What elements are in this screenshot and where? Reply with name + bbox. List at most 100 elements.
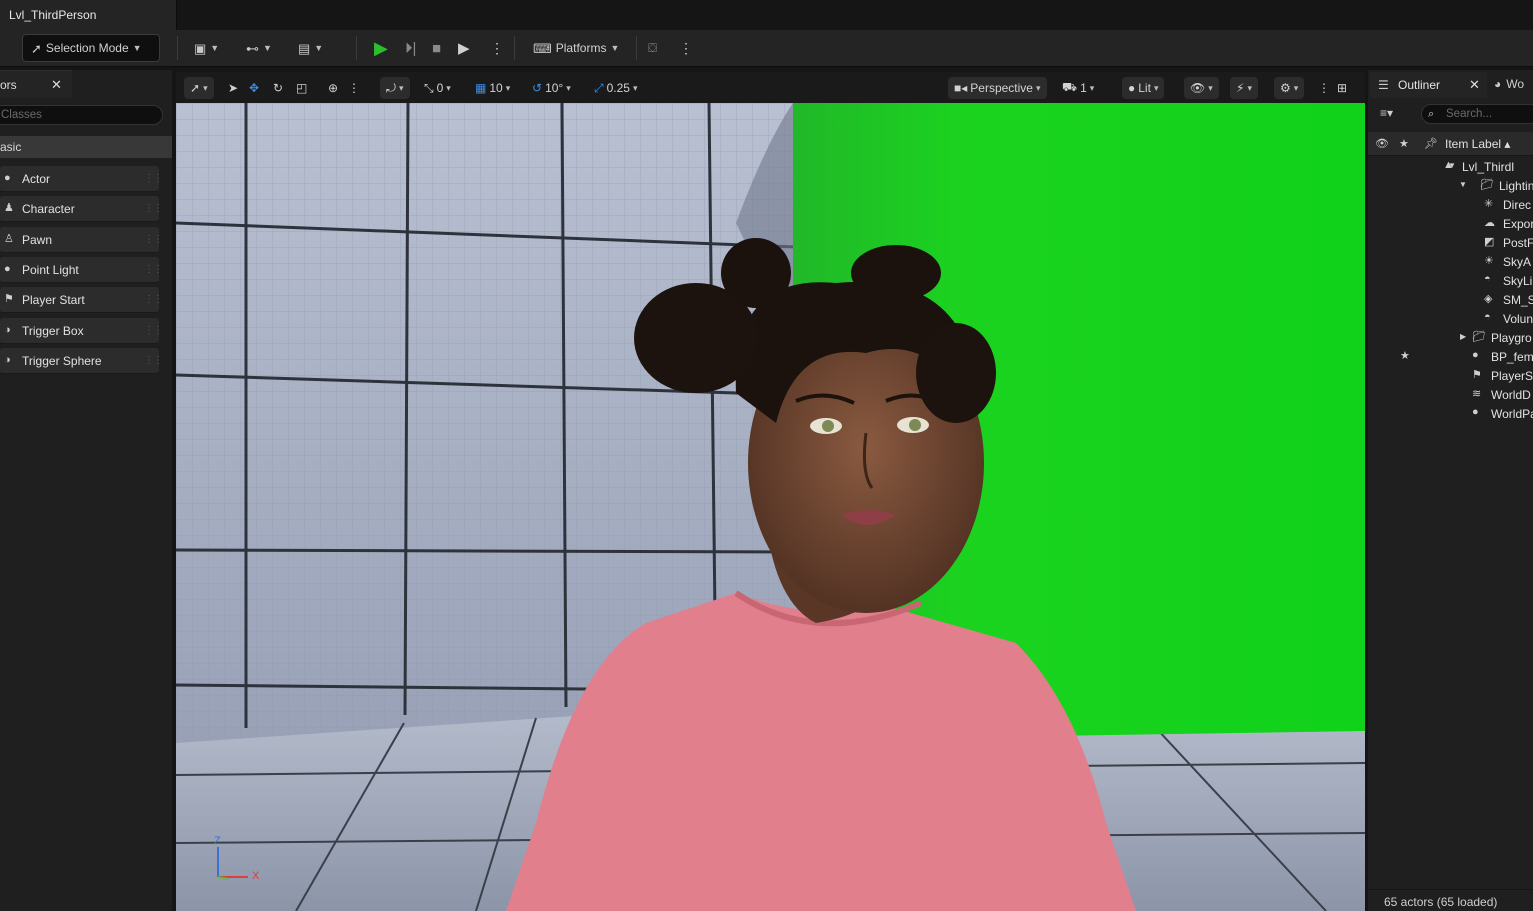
sphere-icon: ● [4, 172, 11, 184]
globe-icon: ◕ [1494, 77, 1502, 91]
actor-item[interactable]: ◑ Trigger Box ⋮⋮ [0, 317, 163, 344]
stop-button[interactable]: ■ [432, 34, 441, 62]
cinematics-button[interactable]: ▤ ▼ [298, 34, 323, 62]
item-label-column[interactable]: Item Label ▴ [1445, 137, 1510, 151]
scale-tool-button[interactable]: ◰ [296, 78, 307, 98]
outliner-row[interactable]: ⚑ PlayerS [1368, 366, 1533, 385]
drag-handle-icon[interactable]: ⋮⋮ [144, 234, 163, 245]
close-icon[interactable]: ✕ [51, 77, 62, 93]
camera-icon: ⛋ [648, 40, 658, 55]
lit-label: Lit [1138, 81, 1151, 95]
level-viewport[interactable]: Z X [176, 103, 1365, 911]
grid-snap-button[interactable]: ▦ 10 ▾ [475, 78, 510, 98]
axis-z-label: Z [214, 835, 221, 847]
place-actors-tab[interactable]: ors ✕ [0, 70, 72, 98]
move-tool-button[interactable]: ✥ [249, 78, 259, 98]
outliner-row[interactable]: ◈ SM_S [1368, 290, 1533, 309]
category-header[interactable]: asic [0, 136, 172, 158]
star-column-icon[interactable]: ★ [1399, 137, 1409, 150]
performance-dropdown[interactable]: ⚡︎ ▾ [1230, 77, 1258, 99]
item-label-text: Item Label [1445, 137, 1502, 151]
advance-frame-button[interactable]: ⏵︎| [405, 34, 416, 62]
show-flags-dropdown[interactable]: 👁︎ ▾ [1184, 77, 1219, 99]
outliner-row[interactable]: ▼ 📁︎ Lighting [1368, 176, 1533, 195]
outliner-row[interactable]: ◓ Volun [1368, 309, 1533, 328]
perspective-dropdown[interactable]: ■◂ Perspective ▾ [948, 77, 1047, 99]
scale-snap-button[interactable]: ⤢ 0.25 ▾ [594, 78, 638, 98]
sky-light-icon: ◓ [1484, 273, 1491, 285]
layout-button[interactable]: ⊞ [1337, 78, 1347, 98]
star-icon[interactable]: ★ [1400, 349, 1410, 362]
live-coding-button[interactable]: ⛋ [648, 34, 657, 62]
layout-grid-icon: ⊞ [1337, 81, 1348, 95]
translate-snap-icon: ⤡ [424, 80, 434, 95]
chevron-down-icon: ▾ [1089, 82, 1095, 93]
outliner-row[interactable]: ● WorldPa [1368, 404, 1533, 423]
trigger-box-icon: ◑ [4, 323, 11, 336]
outliner-row[interactable]: ☀ SkyA [1368, 252, 1533, 271]
add-content-button[interactable]: ▣ ▼ [194, 34, 219, 62]
blueprints-button[interactable]: ⊷ ▼ [246, 34, 272, 62]
trigger-sphere-icon: ◑ [4, 353, 11, 366]
outliner-row-label: Playgro [1491, 331, 1532, 345]
translate-snap-button[interactable]: ⤡ 0 ▾ [424, 78, 451, 98]
selection-mode-dropdown[interactable]: ➚ Selection Mode ▼ [22, 34, 160, 62]
actor-item[interactable]: ♙ Pawn ⋮⋮ [0, 226, 163, 253]
expand-arrow-icon[interactable]: ▶ [1460, 332, 1466, 341]
level-tab[interactable]: Lvl_ThirdPerson [0, 0, 177, 30]
close-icon[interactable]: ✕ [1469, 77, 1480, 93]
outliner-tab[interactable]: ☰ Outliner ✕ [1370, 72, 1487, 98]
world-settings-tab[interactable]: ◕ Wo [1494, 77, 1524, 91]
outliner-row[interactable]: ◓ SkyLi [1368, 271, 1533, 290]
outliner-row[interactable]: ✳ Direc [1368, 195, 1533, 214]
world-space-button[interactable]: ⊕ [328, 78, 338, 98]
drag-handle-icon[interactable]: ⋮⋮ [144, 294, 163, 305]
play-button[interactable]: ▶ [374, 34, 388, 62]
actor-item-label: Pawn [22, 232, 53, 247]
viewport-menu-button[interactable]: ⋮ [1318, 78, 1330, 98]
outliner-search-input[interactable]: ⌕ Search... [1421, 104, 1533, 124]
actor-item[interactable]: ● Point Light ⋮⋮ [0, 256, 163, 283]
stop-icon: ■ [432, 39, 442, 57]
chevron-down-icon: ▾ [566, 82, 571, 93]
filter-dropdown[interactable]: ≡▾ [1380, 106, 1393, 120]
lit-dropdown[interactable]: ● Lit ▾ [1122, 77, 1165, 99]
visibility-column-icon[interactable]: 👁︎ [1375, 137, 1389, 150]
drag-handle-icon[interactable]: ⋮⋮ [144, 264, 163, 275]
rotate-snap-button[interactable]: ↺ 10° ▾ [532, 78, 571, 98]
eject-button[interactable]: ▶ [458, 34, 470, 62]
outliner-row[interactable]: ☁ Expor [1368, 214, 1533, 233]
perspective-label: Perspective [970, 81, 1033, 95]
pin-column-icon[interactable]: 📌︎ [1424, 137, 1438, 150]
drag-handle-icon[interactable]: ⋮⋮ [144, 325, 163, 336]
expand-arrow-icon[interactable]: ▼ [1459, 180, 1467, 189]
outliner-row[interactable]: ▼ ▲ Lvl_Thirdl [1368, 157, 1533, 176]
static-mesh-icon: ◈ [1484, 293, 1493, 305]
outliner-row[interactable]: ▶ 📁︎ Playgro [1368, 328, 1533, 347]
selection-mode-label: Selection Mode [45, 41, 129, 55]
outliner-row[interactable]: ★ ● BP_fem [1368, 347, 1533, 366]
settings-menu-button[interactable]: ⋮ [679, 34, 693, 62]
actor-item[interactable]: ⚑ Player Start ⋮⋮ [0, 287, 163, 314]
actor-item[interactable]: ◑ Trigger Sphere ⋮⋮ [0, 347, 163, 374]
outliner-row[interactable]: ≋ WorldD [1368, 385, 1533, 404]
surface-snap-button[interactable]: ⤾ ▾ [380, 77, 410, 99]
classes-search-input[interactable]: Classes [0, 105, 163, 125]
viewport-select-dropdown[interactable]: ➚ ▾ [184, 77, 214, 99]
viewport-settings-dropdown[interactable]: ⚙ ▾ [1274, 77, 1305, 99]
drag-handle-icon[interactable]: ⋮⋮ [144, 203, 163, 214]
outliner-row[interactable]: ◩ PostF [1368, 233, 1533, 252]
play-options-button[interactable]: ⋮ [490, 34, 504, 62]
actor-item[interactable]: ♟ Character ⋮⋮ [0, 196, 163, 223]
transform-options-button[interactable]: ⋮ [348, 78, 360, 98]
clapperboard-icon: ▤ [298, 40, 311, 56]
move-icon: ✥ [249, 81, 260, 95]
rotate-tool-button[interactable]: ↻ [273, 78, 283, 98]
drag-handle-icon[interactable]: ⋮⋮ [144, 355, 163, 366]
platforms-dropdown[interactable]: ⌨ Platforms ▼ [533, 34, 619, 62]
select-tool-button[interactable]: ➤ [228, 78, 238, 98]
axis-gizmo: Z X [208, 835, 268, 885]
actor-item[interactable]: ● Actor ⋮⋮ [0, 166, 163, 192]
camera-speed-dropdown[interactable]: ⛟ 1 ▾ [1062, 78, 1094, 98]
drag-handle-icon[interactable]: ⋮⋮ [144, 173, 163, 184]
